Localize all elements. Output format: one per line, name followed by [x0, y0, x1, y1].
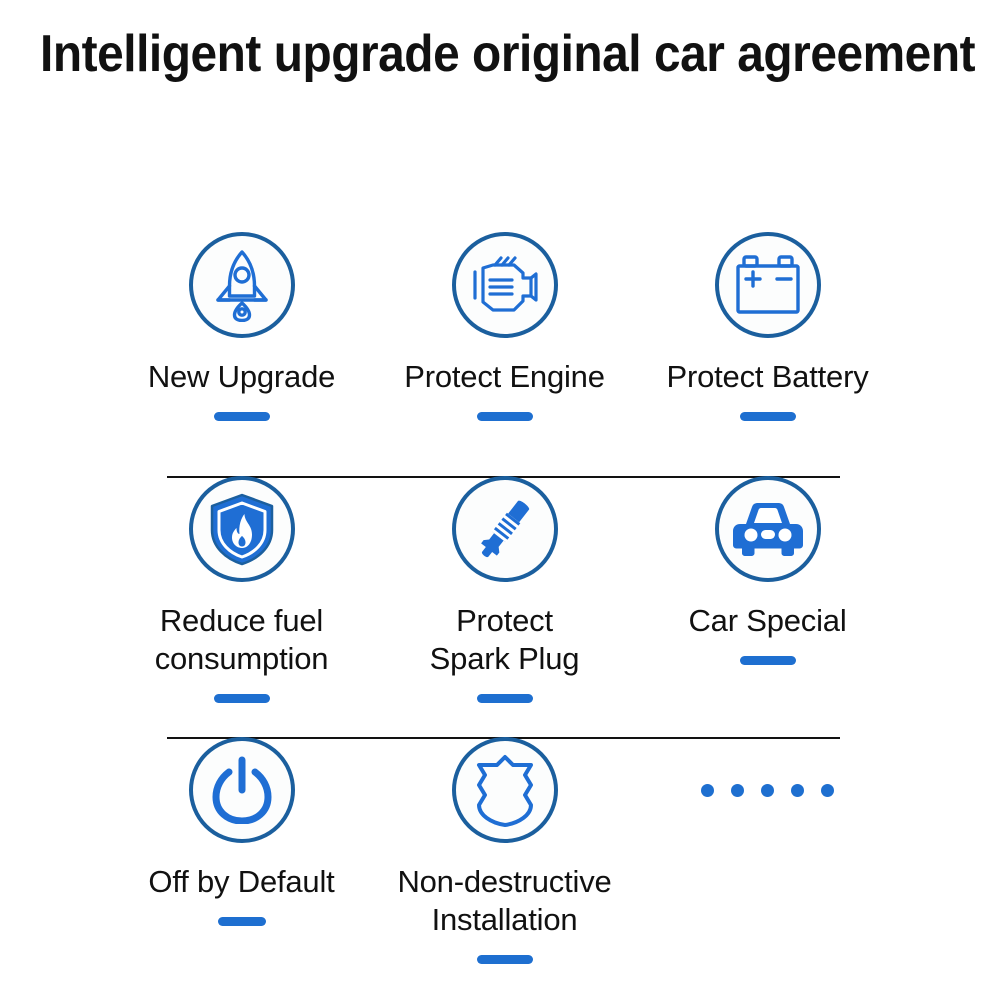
ellipsis-dots-icon	[701, 737, 834, 843]
feature-item-protect-battery[interactable]: Protect Battery	[636, 232, 899, 476]
feature-label: Car Special	[688, 603, 847, 638]
battery-icon	[714, 232, 821, 338]
feature-underline	[476, 955, 533, 964]
shield-badge-icon	[451, 737, 558, 843]
feature-row-2: Reduce fuel consumption Protect Spark Pl…	[110, 476, 900, 737]
feature-label: Reduce fuel consumption	[154, 603, 329, 676]
feature-row-1: New Upgrade Protect Engine Protect Batte…	[110, 232, 900, 476]
features-grid: New Upgrade Protect Engine Protect Batte…	[110, 232, 900, 993]
feature-item-protect-engine[interactable]: Protect Engine	[373, 232, 636, 476]
feature-row-3: Off by Default Non-destructive Installat…	[110, 737, 900, 993]
feature-underline	[213, 412, 270, 421]
dot-1	[701, 783, 714, 797]
feature-underline	[476, 694, 533, 703]
feature-item-off-by-default[interactable]: Off by Default	[110, 737, 373, 993]
spark-plug-icon	[451, 476, 558, 582]
feature-label: Non-destructive Installation	[397, 864, 612, 937]
feature-underline	[739, 656, 796, 665]
shield-flame-icon	[188, 476, 295, 582]
feature-label: Protect Engine	[404, 359, 605, 394]
rocket-icon	[188, 232, 295, 338]
feature-item-new-upgrade[interactable]: New Upgrade	[110, 232, 373, 476]
feature-label: Protect Spark Plug	[429, 603, 580, 676]
feature-item-car-special[interactable]: Car Special	[636, 476, 899, 737]
dot-4	[791, 783, 804, 797]
dot-3	[761, 783, 774, 797]
feature-underline	[213, 694, 270, 703]
feature-item-more[interactable]	[636, 737, 899, 993]
feature-underline	[217, 917, 266, 926]
feature-underline	[739, 412, 796, 421]
feature-underline	[476, 412, 533, 421]
feature-label: Off by Default	[148, 864, 335, 899]
page-title: Intelligent upgrade original car agreeme…	[40, 25, 976, 83]
feature-item-protect-spark-plug[interactable]: Protect Spark Plug	[373, 476, 636, 737]
feature-item-reduce-fuel-consumption[interactable]: Reduce fuel consumption	[110, 476, 373, 737]
power-button-icon	[188, 737, 295, 843]
engine-icon	[451, 232, 558, 338]
feature-grid-page: Intelligent upgrade original car agreeme…	[0, 0, 1001, 1001]
feature-item-non-destructive-installation[interactable]: Non-destructive Installation	[373, 737, 636, 993]
feature-label: Protect Battery	[666, 359, 869, 394]
feature-label: New Upgrade	[147, 359, 336, 394]
dot-2	[731, 783, 744, 797]
dot-5	[821, 783, 834, 797]
car-front-icon	[714, 476, 821, 582]
